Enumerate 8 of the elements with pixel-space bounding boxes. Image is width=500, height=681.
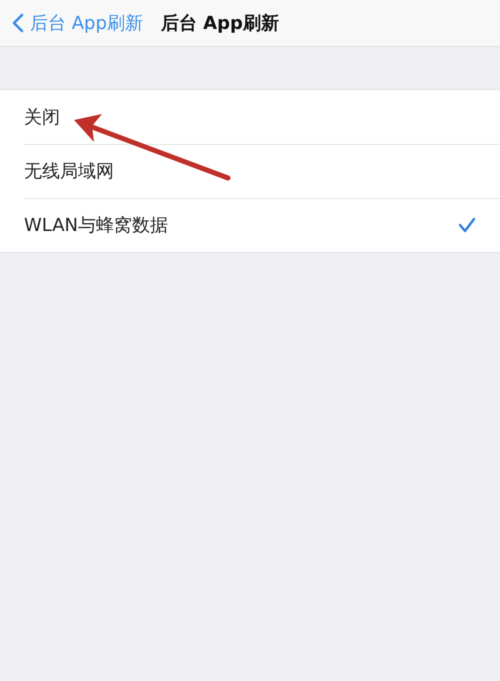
chevron-left-icon <box>12 13 24 33</box>
option-label: 无线局域网 <box>24 160 114 183</box>
option-row[interactable]: 无线局域网 <box>0 144 500 198</box>
option-row[interactable]: WLAN与蜂窝数据 <box>0 198 500 252</box>
option-row[interactable]: 关闭 <box>0 90 500 144</box>
page-title: 后台 App刷新 <box>160 12 279 35</box>
option-label: WLAN与蜂窝数据 <box>24 214 168 237</box>
option-label: 关闭 <box>24 106 60 129</box>
